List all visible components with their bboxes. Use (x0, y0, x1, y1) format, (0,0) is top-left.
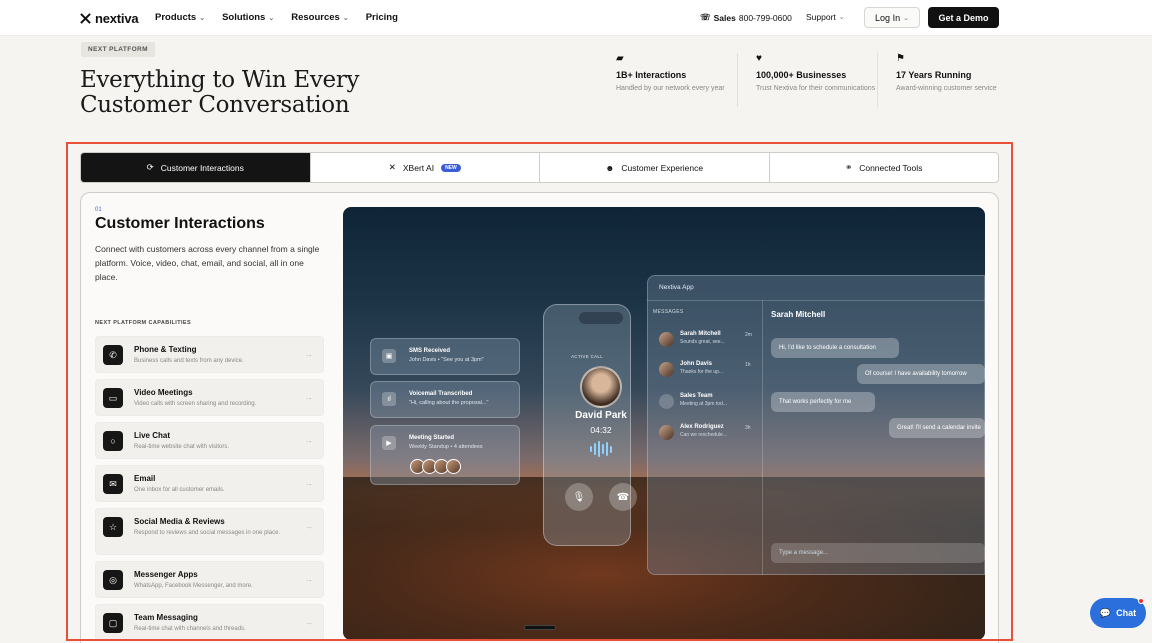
sales-number: 800-799-0600 (738, 12, 792, 23)
menu-products[interactable]: Products ⌄ (155, 12, 205, 23)
menu-resources-label: Resources (291, 12, 340, 23)
stat-title: 17 Years Running (896, 70, 972, 80)
stat-title: 100,000+ Businesses (756, 70, 847, 80)
logo-text: nextiva (95, 11, 139, 26)
login-button[interactable]: Log In ⌄ (864, 7, 920, 28)
stat-years: ⚑ 17 Years Running Award-winning custome… (896, 53, 1016, 94)
highlight-frame (66, 142, 1013, 641)
chevron-down-icon: ⌄ (199, 14, 206, 22)
menu-pricing-label: Pricing (365, 12, 398, 23)
page-headline: Everything to Win Every Customer Convers… (80, 68, 460, 118)
chat-widget-label: Chat (1116, 608, 1137, 618)
headset-icon: ☏ (700, 12, 711, 22)
chat-icon: 💬 (1099, 607, 1112, 618)
stat-desc: Award-winning customer service (896, 85, 997, 92)
headline-line-1: Everything to Win Every (80, 67, 360, 93)
stat-divider (737, 53, 738, 107)
get-demo-button[interactable]: Get a Demo (928, 7, 999, 28)
stat-interactions: ▰ 1B+ Interactions Handled by our networ… (616, 53, 736, 94)
logo-mark-icon (80, 13, 91, 24)
headline-line-2: Customer Conversation (80, 92, 350, 118)
stat-title: 1B+ Interactions (616, 70, 687, 80)
chevron-down-icon: ⌄ (903, 14, 909, 22)
menu-solutions[interactable]: Solutions ⌄ (222, 12, 274, 23)
flag-icon: ⚑ (896, 53, 905, 64)
main-menu: Products ⌄ Solutions ⌄ Resources ⌄ Pricing (155, 12, 398, 23)
chevron-down-icon: ⌄ (342, 14, 349, 22)
menu-resources[interactable]: Resources ⌄ (291, 12, 348, 23)
support-menu[interactable]: Support ⌄ (806, 12, 845, 22)
menu-solutions-label: Solutions (222, 12, 266, 23)
stat-businesses: ♥ 100,000+ Businesses Trust Nextiva for … (756, 53, 876, 94)
top-nav: nextiva Products ⌄ Solutions ⌄ Resources ⌄ … (0, 0, 1152, 36)
stat-desc: Trust Nextiva for their communications (756, 85, 876, 92)
support-label: Support (806, 12, 836, 22)
menu-pricing[interactable]: Pricing (366, 12, 398, 23)
stat-desc: Handled by our network every year (616, 85, 725, 92)
section-badge: NEXT PLATFORM (81, 42, 155, 57)
menu-products-label: Products (155, 12, 197, 23)
nextiva-logo[interactable]: nextiva (80, 11, 139, 26)
sales-phone-link[interactable]: ☏ Sales 800-799-0600 (700, 12, 792, 23)
heart-icon: ♥ (756, 53, 762, 64)
chat-icon: ▰ (616, 53, 624, 64)
chevron-down-icon: ⌄ (268, 14, 275, 22)
chevron-down-icon: ⌄ (838, 14, 845, 21)
notification-dot (1138, 598, 1144, 604)
stat-divider (877, 53, 878, 107)
login-label: Log In (875, 12, 901, 23)
sales-label: Sales (713, 12, 736, 23)
